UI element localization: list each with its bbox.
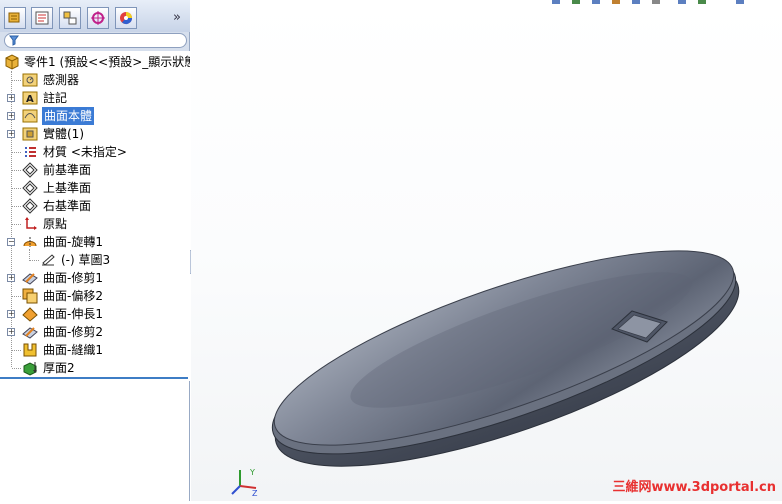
tree-root[interactable]: 零件1 (預設<<預設>_顯示狀態 (4, 53, 190, 71)
tree-item-annotations[interactable]: + A 註記 (0, 89, 190, 107)
sketch-icon (42, 254, 55, 266)
expand-icon[interactable]: + (7, 328, 15, 336)
tree-item-sensors[interactable]: 感測器 (0, 71, 190, 89)
feature-tree-icon (8, 12, 20, 23)
watermark: 三維网www.3dportal.cn (612, 480, 776, 495)
display-manager-tab[interactable] (115, 7, 137, 29)
tree-item-surface-trim2[interactable]: + 曲面-修剪2 (0, 323, 190, 341)
feature-manager-tab[interactable] (4, 7, 26, 29)
tree-item-label: 曲面本體 (42, 107, 95, 125)
tree-item-solid-bodies[interactable]: + 實體(1) (0, 125, 190, 143)
tree-item-surface-knit1[interactable]: 曲面-縫織1 (0, 341, 190, 359)
tree-item-origin[interactable]: 原點 (0, 215, 190, 233)
surface-extrude-icon (22, 307, 38, 322)
tree-item-label: 厚面2 (43, 361, 75, 375)
configuration-icon (63, 11, 77, 25)
expand-icon[interactable]: + (7, 274, 15, 282)
svg-text:Y: Y (249, 468, 255, 477)
tree-item-label: 曲面-旋轉1 (43, 235, 103, 249)
chevron-right-icon[interactable]: » (173, 10, 181, 25)
feature-manager-panel: » 零件1 (預設<<預設>_顯示狀態 感測器 + A 註記 + 曲面本體 + … (0, 0, 190, 501)
tree-item-surface-bodies[interactable]: + 曲面本體 (0, 107, 190, 125)
property-manager-tab[interactable] (31, 7, 53, 29)
display-manager-icon (120, 12, 133, 25)
tree-item-thicken2[interactable]: 厚面2 (0, 359, 190, 377)
dish-model[interactable] (252, 212, 759, 501)
plane-icon (22, 162, 38, 178)
dimxpert-tab[interactable] (87, 7, 109, 29)
plane-icon (22, 198, 38, 214)
solid-bodies-icon (22, 127, 38, 141)
expand-icon[interactable]: + (7, 130, 15, 138)
reference-triad-icon: Y Z (231, 468, 258, 498)
svg-text:Z: Z (252, 489, 258, 498)
tree-item-label: 註記 (43, 91, 68, 105)
model-view (252, 212, 759, 501)
origin-icon (25, 217, 37, 230)
tree-item-material[interactable]: 材質 <未指定> (0, 143, 190, 161)
tree-item-surface-extrude1[interactable]: + 曲面-伸長1 (0, 305, 190, 323)
tree-item-top-plane[interactable]: 上基準面 (0, 179, 190, 197)
surface-offset-icon (22, 288, 38, 304)
tree-item-right-plane[interactable]: 右基準面 (0, 197, 190, 215)
feature-tree: 零件1 (預設<<預設>_顯示狀態 感測器 + A 註記 + 曲面本體 + 實體… (0, 51, 190, 381)
panel-tab-bar: » (0, 0, 190, 32)
tree-item-label: 材質 <未指定> (43, 145, 127, 159)
tree-item-label: 上基準面 (43, 181, 92, 195)
sensor-icon (22, 73, 38, 87)
tree-item-surface-trim1[interactable]: + 曲面-修剪1 (0, 269, 190, 287)
expand-icon[interactable]: + (7, 310, 15, 318)
tree-item-label: 曲面-伸長1 (43, 307, 103, 321)
surface-bodies-icon (22, 109, 38, 123)
tree-item-label: 曲面-縫織1 (43, 343, 103, 357)
svg-text:A: A (26, 94, 34, 105)
tree-item-surface-revolve1[interactable]: − 曲面-旋轉1 (0, 233, 190, 251)
property-icon (35, 11, 49, 25)
tree-item-sketch3[interactable]: (-) 草圖3 (0, 251, 190, 269)
filter-icon (9, 35, 19, 46)
plane-icon (22, 180, 38, 196)
dimxpert-icon (91, 11, 105, 25)
tree-item-label: 原點 (43, 217, 68, 231)
thicken-icon (23, 362, 37, 376)
tree-item-label: 曲面-偏移2 (43, 289, 103, 303)
surface-knit-icon (23, 343, 37, 357)
annotation-icon: A (22, 91, 38, 105)
tree-filter-input[interactable] (4, 33, 187, 48)
tree-item-front-plane[interactable]: 前基準面 (0, 161, 190, 179)
tree-rollback-bar[interactable] (0, 377, 188, 379)
tree-item-label: 前基準面 (43, 163, 92, 177)
tree-item-label: 曲面-修剪2 (43, 325, 103, 339)
tree-item-label: 實體(1) (43, 127, 84, 141)
tree-item-label: 右基準面 (43, 199, 92, 213)
panel-empty-area (0, 380, 189, 501)
surface-trim-icon (22, 327, 38, 339)
view-toolbar[interactable] (548, 0, 782, 6)
part-icon (5, 54, 19, 70)
tree-item-label: (-) 草圖3 (61, 253, 111, 267)
tree-item-label: 曲面-修剪1 (43, 271, 103, 285)
tree-item-surface-offset2[interactable]: 曲面-偏移2 (0, 287, 190, 305)
expand-icon[interactable]: + (7, 112, 15, 120)
material-icon (25, 147, 36, 157)
graphics-area[interactable] (191, 0, 782, 501)
tree-root-label: 零件1 (預設<<預設>_顯示狀態 (24, 55, 190, 69)
configuration-manager-tab[interactable] (59, 7, 81, 29)
expand-icon[interactable]: + (7, 94, 15, 102)
collapse-icon[interactable]: − (7, 238, 15, 246)
surface-trim-icon (22, 273, 38, 285)
surface-revolve-icon (23, 237, 37, 247)
tree-item-label: 感測器 (43, 73, 80, 87)
